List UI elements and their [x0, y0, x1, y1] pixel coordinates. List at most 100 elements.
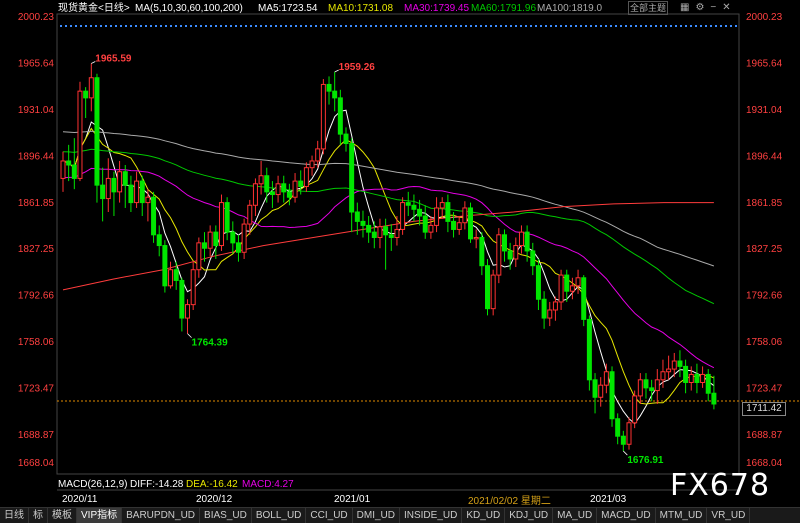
price-annotations: 1965.59 1764.39 1959.26 1676.91 [91, 54, 664, 466]
candle-body [343, 133, 349, 145]
candle-body [700, 373, 706, 383]
y-tick-label-left: 1965.64 [18, 58, 55, 69]
candle-body [235, 242, 241, 253]
toolbar-item[interactable]: 日线 [0, 508, 29, 523]
candle-body [592, 379, 598, 398]
macd-params: MACD(26,12,9) [58, 479, 127, 490]
y-tick-label-left: 1827.25 [18, 244, 55, 255]
ma5-line [62, 109, 715, 425]
candle-body [530, 250, 536, 267]
candle-body [281, 183, 287, 193]
x-tick-label: 2020/12 [196, 494, 233, 505]
candle-body [275, 183, 281, 196]
candle-body [694, 373, 700, 383]
toolbar-item[interactable]: DMI_UD [353, 508, 400, 523]
candle-body [213, 231, 219, 247]
indicator-toolbar[interactable]: 日线标模板 VIP指标 BARUPDN_UD BIAS_UD BOLL_UD CCI_UD… [0, 507, 800, 523]
candle-body [445, 202, 451, 222]
macd-dea: DEA:-16.42 [186, 479, 238, 490]
candle-body [168, 269, 174, 287]
candle-body [60, 160, 66, 179]
candle-body [83, 90, 89, 99]
toolbar-item[interactable]: BARUPDN_UD [122, 508, 201, 523]
y-axis-left: 2000.23 1965.64 1931.04 1896.44 1861.85 1827.… [18, 12, 55, 469]
candle-body [496, 234, 502, 276]
y-tick-label-left: 1896.44 [18, 151, 55, 162]
y-tick-label-left: 1861.85 [18, 198, 55, 209]
ma5-legend: MA5:1723.54 [258, 3, 318, 14]
candle-body [292, 180, 298, 198]
candle-body [598, 384, 604, 398]
candle-body [360, 220, 366, 226]
y-tick-label-right: 1758.06 [746, 337, 783, 348]
toolbar-item[interactable]: VR_UD [707, 508, 751, 523]
toolbar-item[interactable]: KDJ_UD [505, 508, 554, 523]
toolbar-item[interactable]: KD_UD [462, 508, 506, 523]
toolbar-item[interactable]: 模板 [48, 508, 77, 523]
candle-body [428, 224, 434, 233]
y-tick-label-left: 2000.23 [18, 12, 55, 23]
close-icon[interactable]: ✕ [722, 2, 736, 13]
window-controls[interactable]: ▦⚙−✕ [680, 2, 737, 13]
cursor-date: 2021/02/02 星期二 [468, 496, 551, 507]
toolbar-item[interactable]: CCI_UD [306, 508, 353, 523]
candle-body [77, 90, 83, 179]
settings-icon[interactable]: ⚙ [695, 2, 710, 13]
candle-body [569, 285, 575, 292]
ma100-legend: MA100:1819.0 [537, 3, 602, 14]
candle-body [179, 279, 185, 319]
candle-body [637, 379, 643, 397]
annotation-label: 1764.39 [192, 338, 229, 349]
candle-body [552, 301, 558, 311]
candle-body [264, 175, 270, 193]
candle-body [241, 223, 247, 253]
candle-body [654, 379, 660, 392]
toolbar-item[interactable]: MACD_UD [597, 508, 656, 523]
candle-body [688, 373, 694, 383]
candle-body [422, 215, 428, 233]
minus-icon[interactable]: − [710, 2, 722, 13]
ma10-line [62, 127, 715, 405]
candle-body [615, 418, 621, 437]
candle-body [603, 371, 609, 386]
candle-body [434, 207, 440, 226]
y-tick-label-left: 1723.47 [18, 384, 55, 395]
toolbar-item[interactable]: INSIDE_UD [400, 508, 463, 523]
candle-body [620, 435, 626, 445]
candle-body [190, 269, 196, 306]
candle-body [315, 148, 321, 162]
candles [60, 63, 717, 452]
candle-body [468, 207, 474, 240]
candle-body [609, 371, 615, 420]
candle-body [666, 368, 672, 373]
toolbar-item[interactable]: BOLL_UD [252, 508, 307, 523]
candle-body [411, 204, 417, 210]
candle-body [479, 236, 485, 267]
x-tick-label: 2021/01 [334, 494, 371, 505]
candle-body [66, 160, 72, 166]
x-tick-label: 2021/03 [590, 494, 627, 505]
toolbar-item[interactable]: BIAS_UD [200, 508, 252, 523]
candle-body [354, 211, 360, 222]
candle-body [202, 242, 207, 249]
toolbar-item[interactable]: 标 [29, 508, 48, 523]
candle-body [677, 360, 683, 367]
candle-body [94, 77, 100, 186]
candle-body [632, 395, 638, 424]
annotation-label: 1959.26 [339, 62, 376, 73]
grid-icon[interactable]: ▦ [680, 2, 695, 13]
candle-body [185, 304, 191, 319]
candle-body [485, 265, 490, 310]
theme-button[interactable]: 全部主题 [628, 1, 668, 15]
candle-body [218, 202, 224, 247]
candle-body [371, 231, 377, 238]
toolbar-item[interactable]: MA_UD [553, 508, 598, 523]
candle-body [309, 160, 315, 169]
candlestick-chart[interactable]: 现货黄金 <日线> MA(5,10,30,60,100,200) MA5:172… [0, 0, 800, 507]
candle-body [366, 224, 372, 233]
toolbar-item[interactable]: VIP指标 [77, 508, 123, 523]
candle-body [439, 202, 445, 209]
candle-body [337, 97, 343, 135]
toolbar-item[interactable]: MTM_UD [656, 508, 708, 523]
y-tick-label-right: 2000.23 [746, 12, 783, 23]
